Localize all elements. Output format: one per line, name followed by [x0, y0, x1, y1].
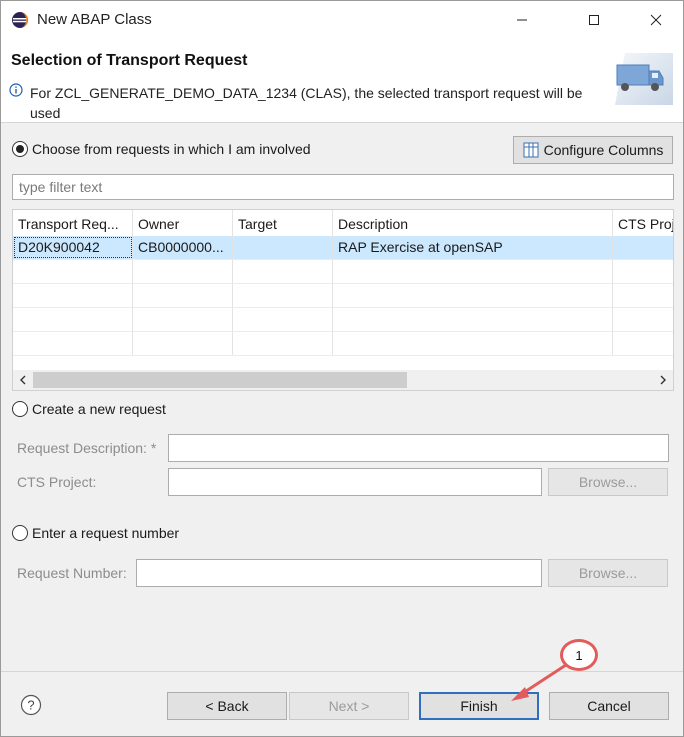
next-button[interactable]: Next > — [289, 692, 409, 720]
close-icon — [650, 14, 662, 26]
involved-requests-label: Choose from requests in which I am invol… — [32, 141, 311, 157]
page-title: Selection of Transport Request — [11, 52, 248, 69]
close-button[interactable] — [633, 1, 679, 39]
cell-cts-project — [613, 236, 673, 259]
table-row[interactable]: D20K900042 CB0000000... RAP Exercise at … — [13, 236, 673, 260]
request-description-label: Request Description: * — [17, 440, 157, 456]
minimize-icon — [517, 19, 527, 21]
cts-project-browse-button[interactable]: Browse... — [548, 468, 668, 496]
enter-request-number-radio[interactable] — [12, 525, 28, 541]
column-header-transport-request[interactable]: Transport Req... — [13, 210, 133, 236]
chevron-right-icon — [660, 375, 666, 385]
cell-description: RAP Exercise at openSAP — [333, 236, 613, 259]
configure-columns-button[interactable]: Configure Columns — [513, 136, 673, 164]
request-description-field[interactable] — [168, 434, 669, 462]
cell-transport-request: D20K900042 — [13, 236, 133, 259]
callout-badge: 1 — [560, 639, 598, 671]
new-abap-class-dialog: New ABAP Class Selection of Transport Re… — [0, 0, 684, 737]
maximize-icon — [589, 15, 599, 25]
empty-table-row — [13, 260, 673, 284]
create-new-request-label: Create a new request — [32, 401, 166, 417]
filter-input[interactable]: type filter text — [12, 174, 674, 200]
table-header: Transport Req... Owner Target Descriptio… — [13, 210, 673, 236]
svg-text:?: ? — [27, 698, 34, 713]
filter-placeholder: type filter text — [19, 179, 103, 195]
header-banner: Selection of Transport Request For ZCL_G… — [1, 39, 683, 123]
info-icon — [9, 83, 23, 97]
scroll-left-button[interactable] — [13, 370, 33, 390]
horizontal-scrollbar[interactable] — [13, 370, 673, 390]
request-number-field[interactable] — [136, 559, 542, 587]
cts-project-field[interactable] — [168, 468, 542, 496]
transport-truck-icon — [615, 53, 673, 105]
involved-requests-radio[interactable] — [12, 141, 28, 157]
column-header-cts-project[interactable]: CTS Proj — [613, 210, 673, 236]
column-header-owner[interactable]: Owner — [133, 210, 233, 236]
column-header-description[interactable]: Description — [333, 210, 613, 236]
request-number-browse-button[interactable]: Browse... — [548, 559, 668, 587]
empty-table-row — [13, 284, 673, 308]
cell-owner: CB0000000... — [133, 236, 233, 259]
help-icon[interactable]: ? — [20, 694, 42, 716]
transport-requests-table: Transport Req... Owner Target Descriptio… — [12, 209, 674, 391]
title-bar: New ABAP Class — [1, 1, 683, 39]
eclipse-icon — [12, 12, 28, 28]
enter-request-number-label: Enter a request number — [32, 525, 180, 541]
back-button[interactable]: < Back — [167, 692, 287, 720]
configure-columns-label: Configure Columns — [543, 142, 664, 158]
scrollbar-thumb[interactable] — [33, 372, 407, 388]
minimize-button[interactable] — [499, 1, 545, 39]
create-new-request-radio[interactable] — [12, 401, 28, 417]
empty-table-row — [13, 332, 673, 356]
window-title: New ABAP Class — [37, 11, 152, 28]
column-header-target[interactable]: Target — [233, 210, 333, 236]
cts-project-label: CTS Project: — [17, 474, 97, 490]
table-columns-icon — [523, 142, 539, 158]
scroll-right-button[interactable] — [653, 370, 673, 390]
maximize-button[interactable] — [571, 1, 617, 39]
cell-target — [233, 236, 333, 259]
banner-message: For ZCL_GENERATE_DEMO_DATA_1234 (CLAS), … — [30, 85, 583, 121]
request-number-label: Request Number: — [17, 565, 127, 581]
chevron-left-icon — [20, 375, 26, 385]
empty-table-row — [13, 308, 673, 332]
